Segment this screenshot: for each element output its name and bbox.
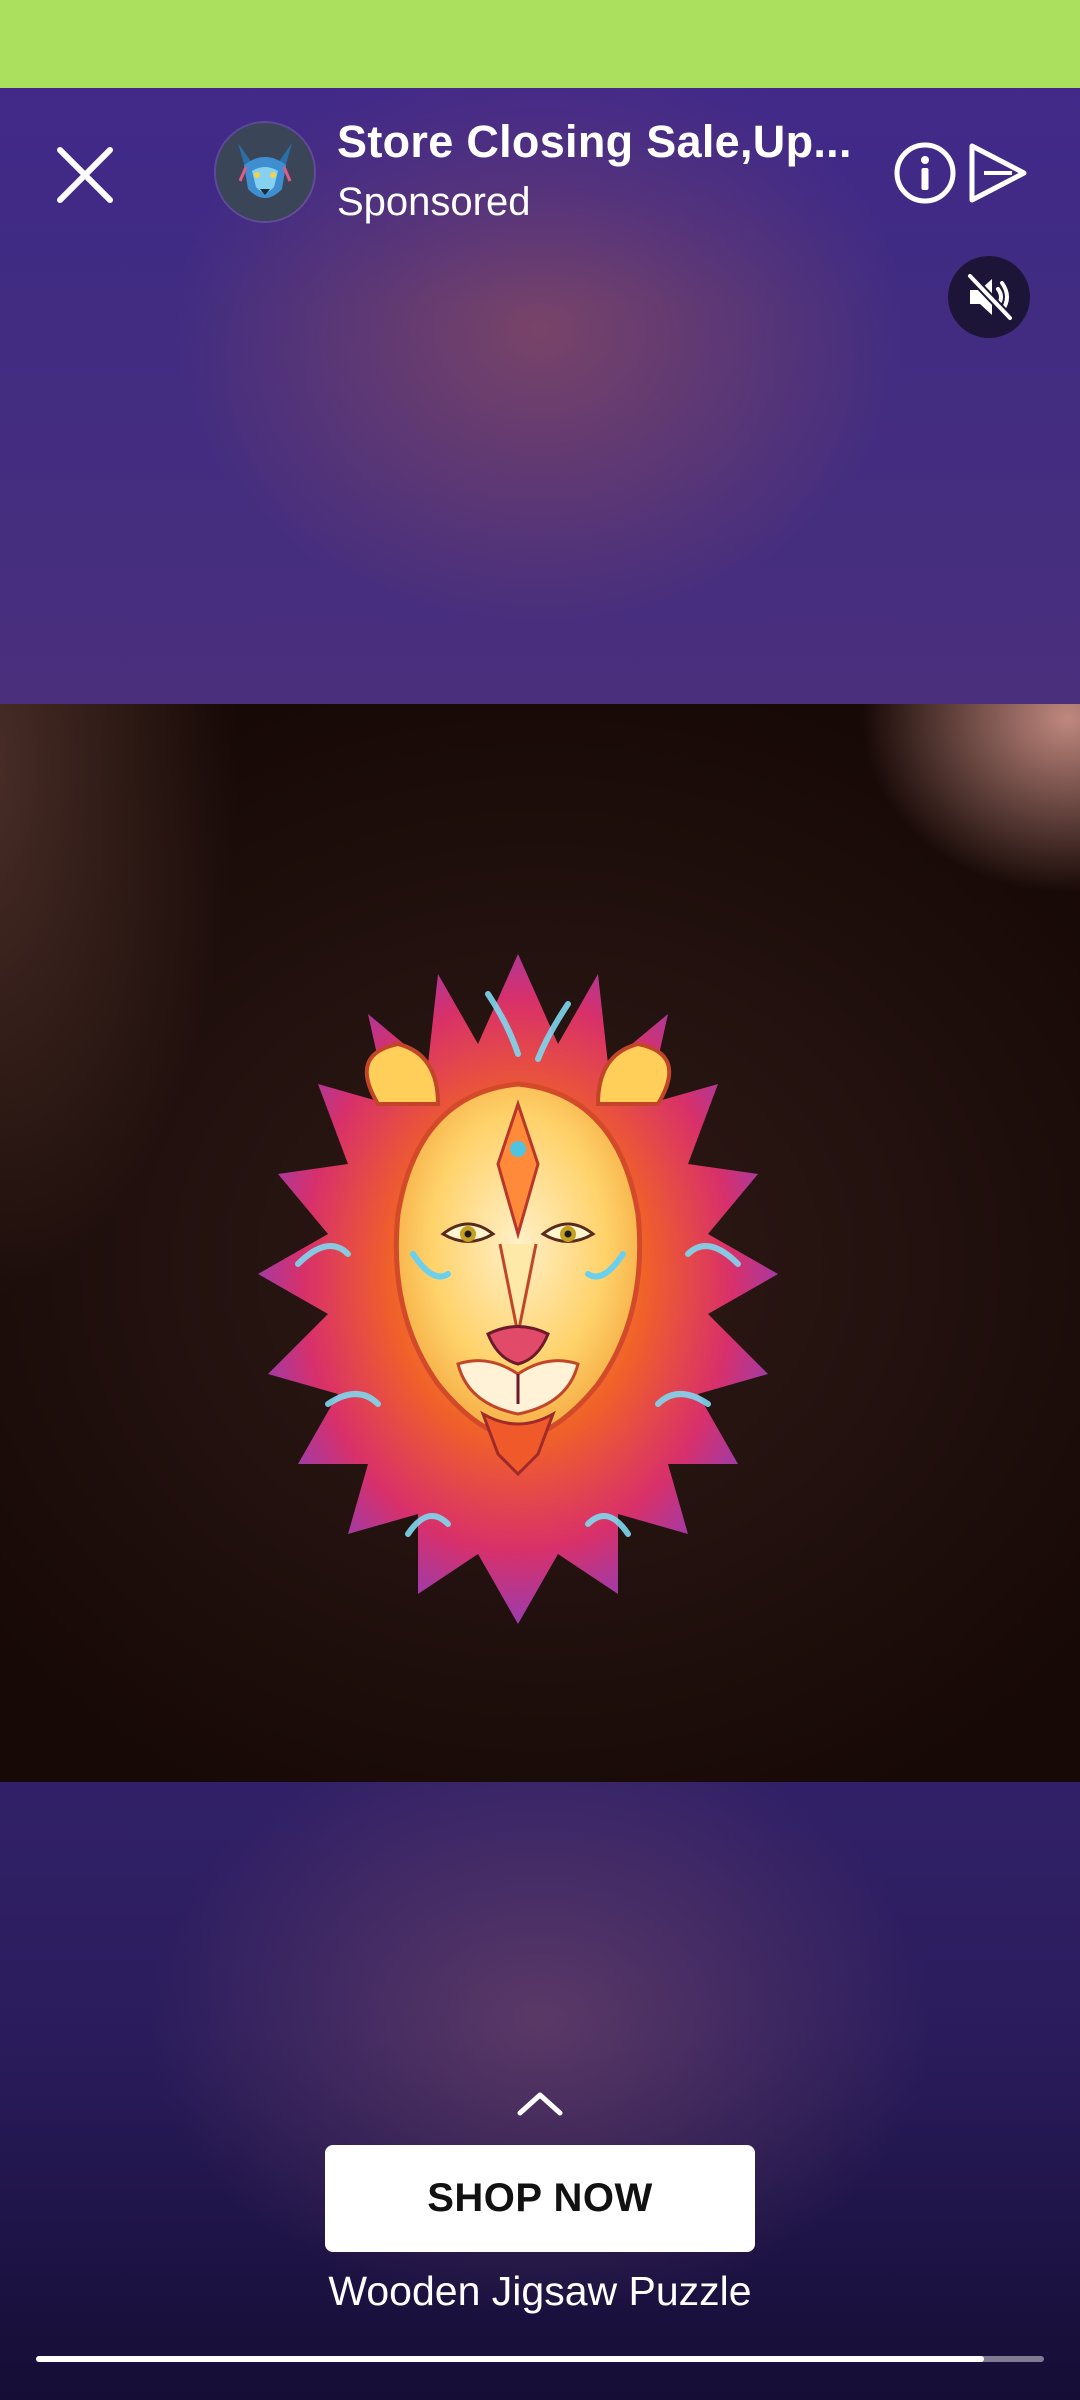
advertiser-avatar[interactable] [216, 123, 314, 221]
share-button[interactable] [962, 138, 1034, 208]
wolf-avatar-icon [216, 123, 314, 221]
story-progress-fill [36, 2356, 984, 2362]
ad-media-image[interactable] [0, 704, 1080, 1782]
close-button[interactable] [40, 130, 130, 220]
story-ad-screen: Store Closing Sale,Up... Sponsored SHOP … [0, 0, 1080, 2400]
media-corner-highlight [860, 704, 1080, 894]
ad-caption[interactable]: Wooden Jigsaw Puzzle [0, 2268, 1080, 2315]
close-icon [57, 147, 113, 203]
lion-puzzle-image [258, 954, 778, 1624]
mute-toggle-button[interactable] [948, 256, 1030, 338]
story-progress-track [36, 2356, 1044, 2362]
sponsored-label: Sponsored [337, 180, 531, 224]
status-bar [0, 0, 1080, 88]
swipe-up-button[interactable] [510, 2085, 570, 2121]
speaker-muted-icon [966, 272, 1014, 322]
ad-title[interactable]: Store Closing Sale,Up... [337, 116, 857, 168]
shop-now-button[interactable]: SHOP NOW [325, 2145, 755, 2252]
info-button[interactable] [890, 138, 960, 208]
share-icon [969, 143, 1027, 203]
shop-now-label: SHOP NOW [427, 2176, 653, 2220]
info-icon [894, 142, 956, 204]
chevron-up-icon [517, 2092, 563, 2116]
media-vignette [0, 704, 240, 1304]
